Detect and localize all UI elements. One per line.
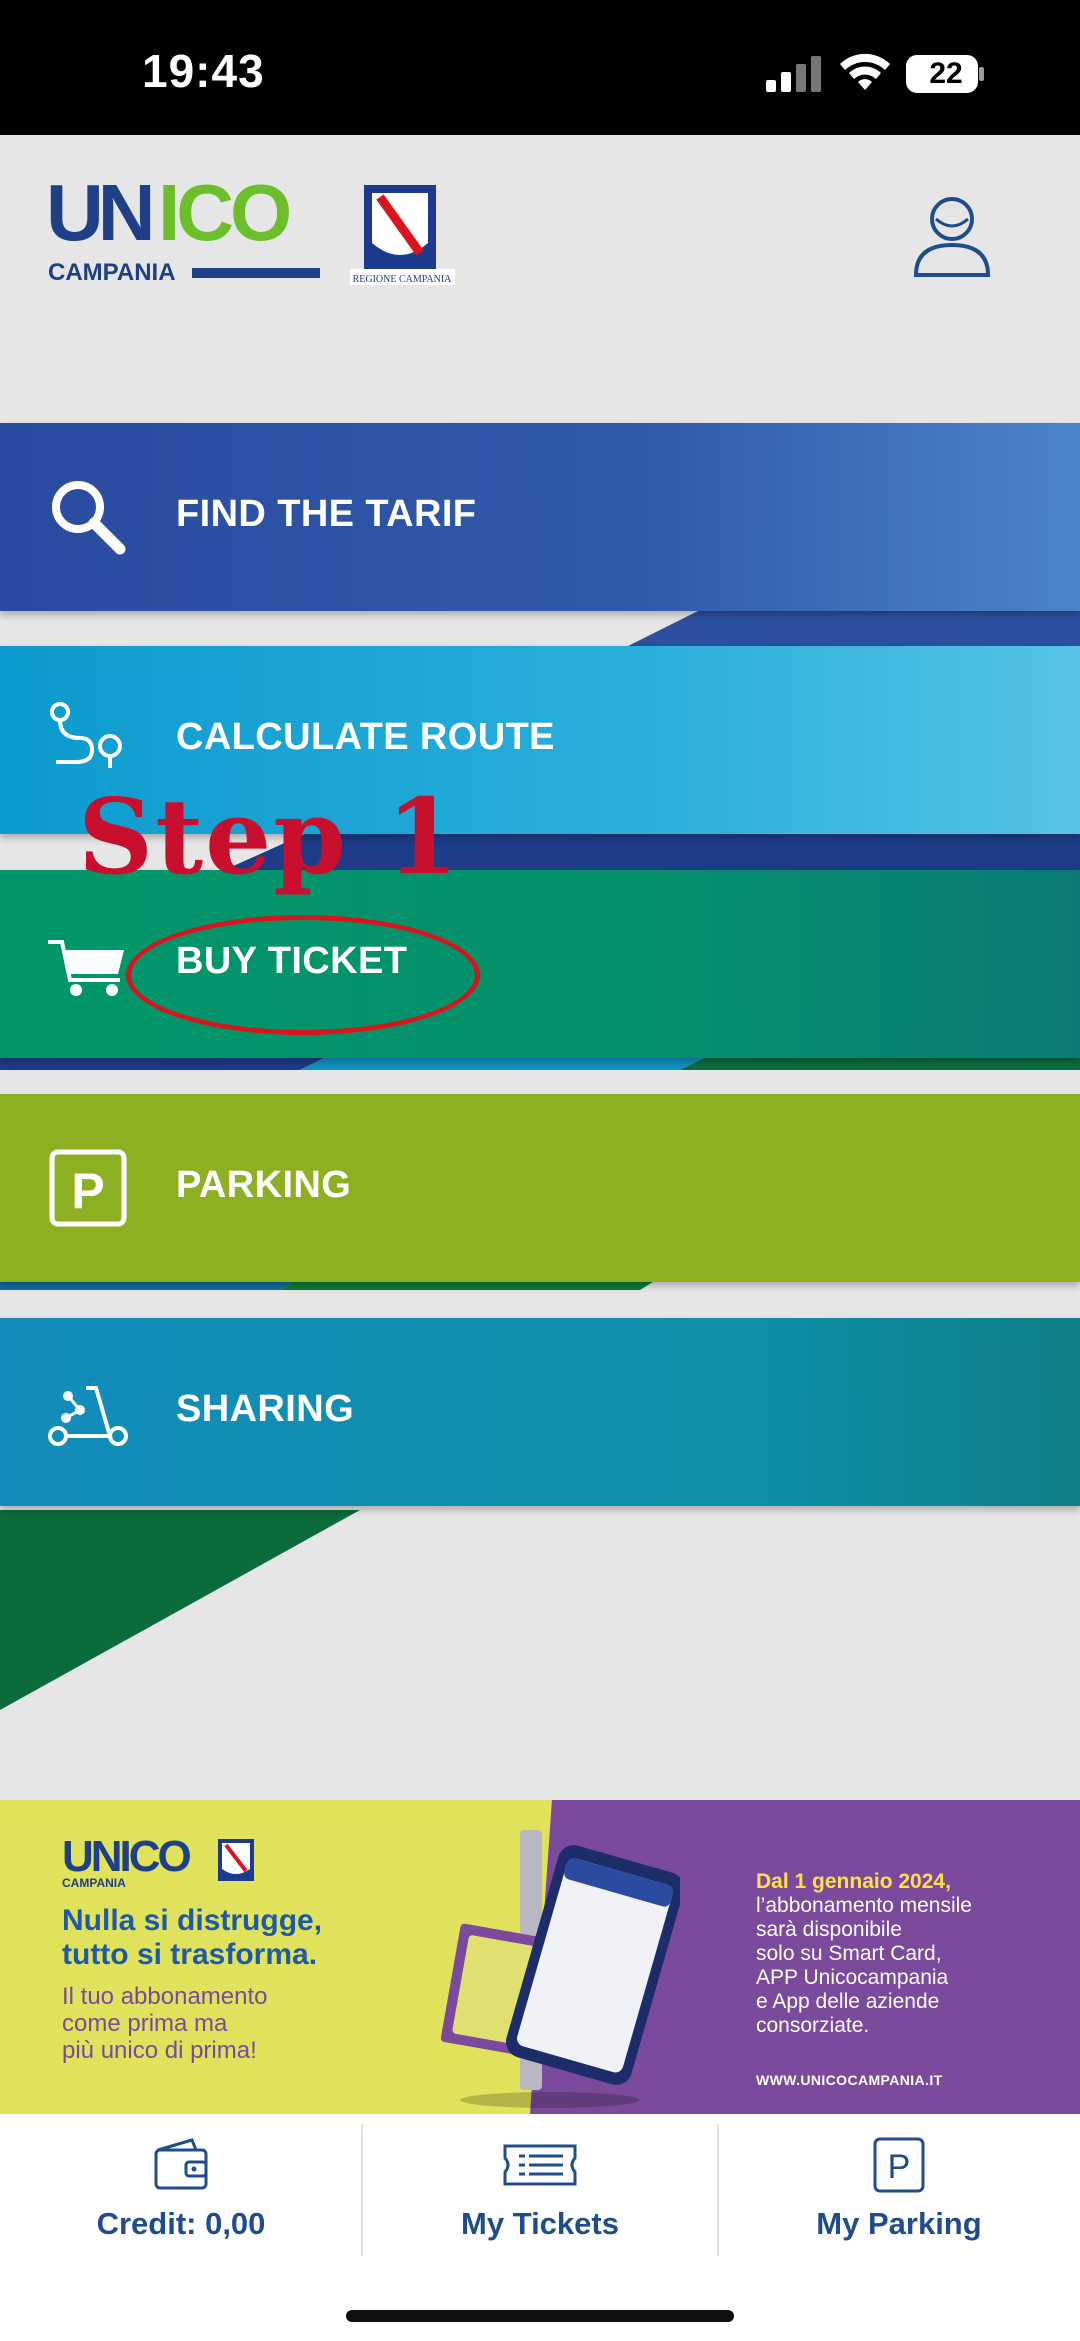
parking-icon: P: [49, 1149, 127, 1227]
nav-label: My Tickets: [461, 2206, 619, 2241]
menu-label: FIND THE TARIF: [176, 493, 477, 535]
nav-my-parking[interactable]: P My Parking: [718, 2114, 1080, 2256]
phone-illustration: [440, 1830, 680, 2108]
status-time: 19:43: [142, 45, 265, 97]
home-indicator: [346, 2310, 734, 2322]
svg-text:REGIONE CAMPANIA: REGIONE CAMPANIA: [353, 274, 453, 285]
svg-text:UN: UN: [46, 180, 151, 257]
search-icon: [52, 481, 126, 555]
banner-headline: Nulla si distrugge, tutto si trasforma.: [62, 1904, 323, 1971]
nav-my-tickets[interactable]: My Tickets: [362, 2114, 718, 2256]
decorative-stripes: [0, 590, 1080, 1710]
menu-label: CALCULATE ROUTE: [176, 716, 555, 758]
step-annotation: Step 1: [78, 775, 461, 898]
route-icon: [50, 702, 122, 768]
promo-banner[interactable]: UNICO CAMPANIA Nulla si distrugge, tutto…: [0, 1800, 1080, 2114]
svg-text:CAMPANIA: CAMPANIA: [48, 259, 176, 286]
menu-parking[interactable]: P PARKING: [0, 1094, 1080, 1282]
wifi-icon: [840, 53, 890, 90]
unico-campania-logo: UN ICO CAMPANIA: [46, 180, 320, 286]
tickets-icon: [503, 2144, 577, 2186]
highlight-ellipse: [126, 915, 480, 1035]
svg-text:UNICO: UNICO: [62, 1835, 191, 1881]
nav-label: My Parking: [816, 2206, 982, 2241]
regione-campania-logo: REGIONE CAMPANIA: [350, 185, 455, 285]
nav-credit[interactable]: Credit: 0,00: [0, 2114, 362, 2256]
nav-label: Credit: 0,00: [96, 2206, 266, 2241]
cellular-signal-icon: [766, 56, 821, 92]
banner-logo: UNICO CAMPANIA: [62, 1835, 254, 1890]
svg-text:P: P: [71, 1163, 104, 1219]
banner-subtext: Il tuo abbonamento come prima ma più uni…: [62, 1983, 268, 2064]
scooter-icon: [48, 1386, 128, 1446]
menu-label: PARKING: [176, 1164, 352, 1206]
svg-text:P: P: [888, 2148, 911, 2186]
menu-label: SHARING: [176, 1388, 355, 1430]
cart-icon: [48, 940, 124, 996]
bottom-navigation: Credit: 0,00 My Tickets P My Parking: [0, 2114, 1080, 2341]
menu-find-tarif[interactable]: FIND THE TARIF: [0, 423, 1080, 611]
banner-url: WWW.UNICOCAMPANIA.IT: [756, 2072, 943, 2088]
status-bar: 19:43 22: [0, 0, 1080, 135]
user-icon[interactable]: [912, 195, 992, 279]
banner-right-text: Dal 1 gennaio 2024, l’abbonamento mensil…: [756, 1870, 972, 2037]
menu-sharing[interactable]: SHARING: [0, 1318, 1080, 1506]
svg-text:CAMPANIA: CAMPANIA: [62, 1876, 126, 1890]
svg-text:ICO: ICO: [158, 180, 289, 257]
battery-level: 22: [929, 57, 963, 90]
parking-icon: P: [873, 2137, 925, 2193]
wallet-icon: [154, 2138, 208, 2190]
